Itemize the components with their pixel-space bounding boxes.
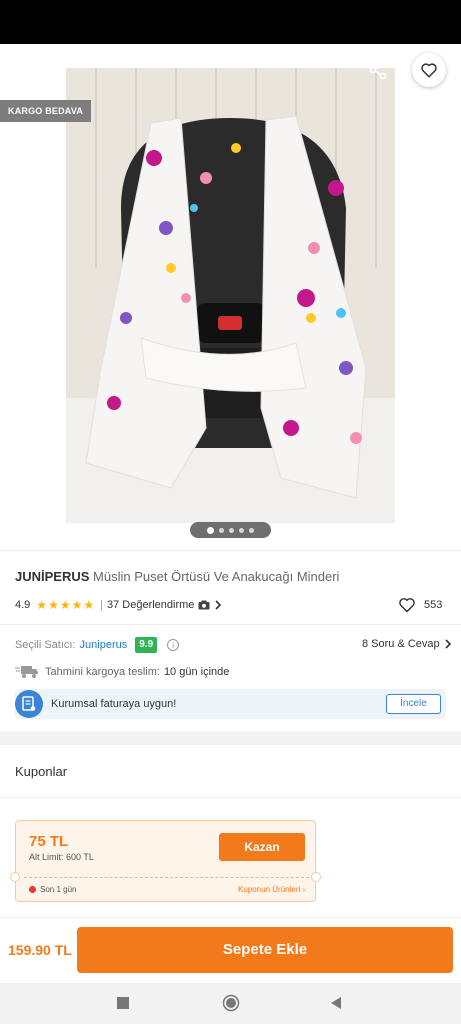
coupon-card[interactable]: 75 TL Alt Limit: 600 TL Kazan Son 1 gün …: [10, 820, 321, 902]
chevron-right-icon: [445, 639, 451, 649]
carousel-dot[interactable]: [239, 527, 244, 533]
coupon-limit: Alt Limit: 600 TL: [29, 852, 94, 862]
heart-outline-icon: [399, 598, 415, 613]
favorite-button[interactable]: [412, 53, 446, 87]
carousel-dot-active[interactable]: [207, 526, 214, 534]
product-photo: [66, 68, 395, 523]
section-separator: [0, 731, 461, 745]
rating-row: 4.9 ★ ★ ★ ★ ★ | 37 Değerlendirme: [15, 597, 222, 613]
star-icon: ★: [59, 598, 71, 612]
divider: [0, 550, 461, 551]
coupon-timer: Son 1 gün: [29, 885, 76, 894]
add-to-cart-button[interactable]: Sepete Ekle: [77, 927, 453, 973]
seller-label: Seçili Satıcı:: [15, 639, 76, 651]
truck-icon: [15, 666, 38, 678]
seller-name-link[interactable]: Juniperus: [80, 639, 128, 651]
carousel-indicator: [190, 522, 271, 538]
seller-row: Seçili Satıcı: Juniperus 9.9 i: [15, 636, 180, 654]
star-icon: ★: [48, 598, 59, 612]
heart-icon: [421, 63, 437, 78]
coupon-products-link[interactable]: Kuponun Ürünleri ›: [238, 885, 305, 894]
delivery-estimate: Tahmini kargoya teslim: 10 gün içinde: [15, 664, 229, 680]
free-shipping-badge: KARGO BEDAVA: [0, 100, 92, 122]
product-title: JUNİPERUS Müslin Puset Örtüsü Ve Anakuca…: [15, 569, 339, 584]
invoice-icon: [15, 690, 43, 718]
favorite-count[interactable]: 553: [398, 597, 442, 613]
coupon-timer-text: Son 1 gün: [40, 885, 77, 894]
favorite-count-value: 553: [424, 599, 443, 611]
product-brand[interactable]: JUNİPERUS: [15, 569, 89, 584]
rating-value: 4.9: [15, 599, 31, 611]
divider: [0, 624, 461, 625]
add-to-cart-bar: 159.90 TL Sepete Ekle: [0, 917, 461, 983]
status-bar: [0, 0, 461, 44]
divider: [0, 797, 461, 798]
reviews-link[interactable]: 37 Değerlendirme: [107, 599, 222, 611]
product-price: 159.90 TL: [8, 942, 72, 958]
star-icon: ★: [71, 598, 83, 612]
product-image-carousel[interactable]: KARGO BEDAVA: [0, 44, 461, 550]
corporate-invoice-banner: Kurumsal faturaya uygun! İncele: [15, 689, 446, 719]
star-icon: ★: [36, 598, 48, 612]
home-button[interactable]: [221, 993, 241, 1013]
square-icon: [117, 997, 129, 1009]
separator: |: [100, 599, 103, 611]
earn-coupon-button[interactable]: Kazan: [219, 833, 305, 861]
qa-label: 8 Soru & Cevap: [362, 638, 440, 650]
coupon-notch: [311, 872, 321, 882]
system-navigation-bar: [0, 983, 461, 1024]
delivery-label: Tahmini kargoya teslim:: [45, 666, 160, 678]
coupon-amount: 75 TL: [29, 833, 69, 850]
share-icon: [369, 60, 387, 80]
clock-icon: [29, 886, 36, 893]
seller-score-badge: 9.9: [135, 637, 158, 653]
carousel-dot[interactable]: [249, 527, 254, 533]
product-name: Müslin Puset Örtüsü Ve Anakucağı Minderi: [93, 569, 340, 584]
carousel-dot[interactable]: [219, 527, 224, 533]
info-icon[interactable]: i: [167, 639, 180, 651]
chevron-right-icon: [215, 600, 222, 610]
coupon-notch: [10, 872, 20, 882]
review-count: 37 Değerlendirme: [106, 599, 195, 611]
recent-apps-button[interactable]: [113, 993, 133, 1013]
carousel-dot[interactable]: [229, 527, 234, 533]
circle-icon: [222, 994, 240, 1012]
questions-answers-link[interactable]: 8 Soru & Cevap: [362, 638, 452, 650]
camera-icon: [198, 600, 210, 610]
share-button[interactable]: [364, 56, 392, 84]
back-nav-button[interactable]: [326, 993, 346, 1013]
delivery-value: 10 gün içinde: [163, 666, 230, 678]
review-invoice-button[interactable]: İncele: [386, 694, 441, 714]
invoice-text: Kurumsal faturaya uygun!: [51, 698, 177, 710]
back-button[interactable]: [12, 56, 42, 86]
arrow-left-icon: [19, 64, 35, 78]
star-icon: ★: [83, 598, 95, 612]
triangle-back-icon: [331, 997, 341, 1009]
coupons-title: Kuponlar: [15, 764, 68, 779]
coupon-divider: [24, 877, 309, 878]
rating-stars: ★ ★ ★ ★ ★: [36, 599, 94, 611]
